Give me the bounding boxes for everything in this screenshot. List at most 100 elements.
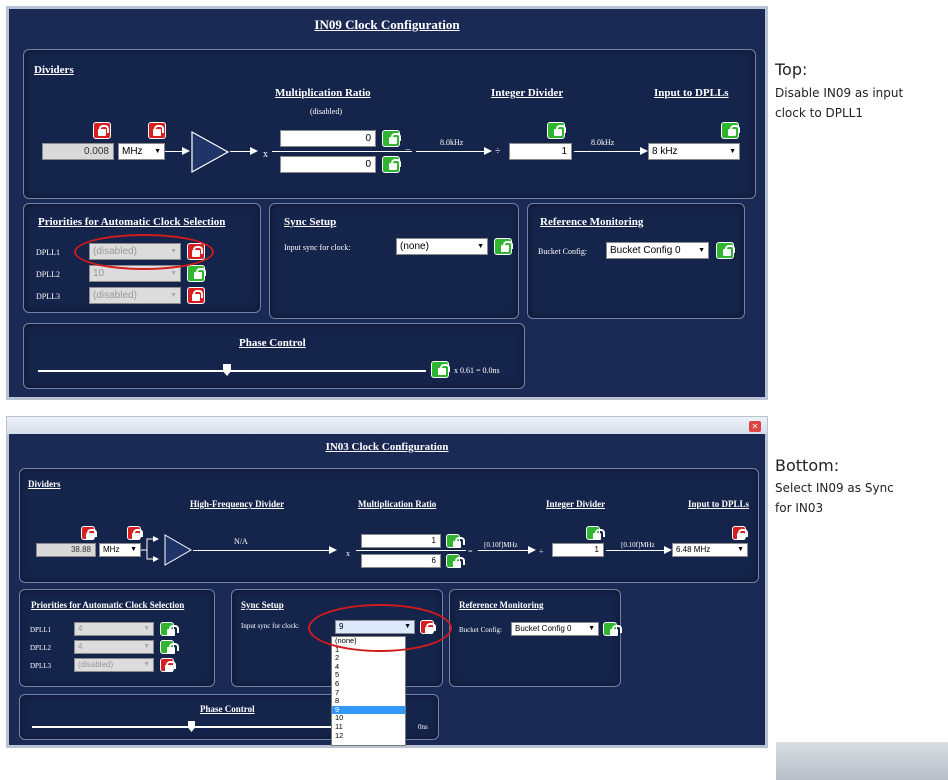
input-to-dplls-heading: Input to DPLLs	[654, 87, 729, 99]
numerator-lock-icon[interactable]	[382, 130, 401, 147]
phase-readout: x 0.61 = 0.0ns	[454, 366, 500, 375]
unit-select[interactable]: MHz ▼	[118, 143, 165, 160]
phase-slider-track[interactable]	[38, 370, 426, 372]
dpll-input-lock-icon[interactable]	[732, 526, 748, 540]
chevron-down-icon: ▼	[130, 546, 137, 553]
dpll-input-lock-icon[interactable]	[721, 122, 740, 139]
phase-heading: Phase Control	[239, 337, 306, 349]
chevron-down-icon: ▼	[588, 625, 595, 632]
dividers-heading: Dividers	[28, 479, 61, 489]
freq-label-1: [0.10f]MHz	[484, 541, 518, 549]
bucket-config-select[interactable]: Bucket Config 0 ▼	[511, 622, 599, 636]
int-div-lock-icon[interactable]	[547, 122, 566, 139]
top-refmon-panel: Reference Monitoring Bucket Config: Buck…	[527, 203, 745, 319]
dpll1-label: DPLL1	[30, 626, 51, 634]
top-window-title: IN09 Clock Configuration	[314, 17, 460, 32]
sync-option[interactable]: 8	[332, 697, 405, 706]
bottom-window-title: IN03 Clock Configuration	[325, 441, 449, 453]
divide-sign: ÷	[539, 547, 544, 556]
unit-select[interactable]: MHz ▼	[99, 543, 141, 557]
chevron-down-icon: ▼	[143, 625, 150, 632]
sync-heading: Sync Setup	[241, 600, 284, 610]
bottom-refmon-panel: Reference Monitoring Bucket Config: Buck…	[449, 589, 622, 687]
top-dividers-panel: Dividers Multiplication Ratio (disabled)…	[23, 49, 756, 199]
dpll-input-select[interactable]: 8 kHz ▼	[648, 143, 740, 160]
denominator-input[interactable]: 6	[361, 554, 441, 568]
dpll3-label: DPLL3	[36, 292, 60, 301]
numerator-input[interactable]: 0	[280, 130, 376, 147]
phase-slider-thumb[interactable]	[223, 364, 231, 376]
buffer-triangle-icon	[191, 130, 230, 174]
bucket-config-select[interactable]: Bucket Config 0 ▼	[606, 242, 709, 259]
dpll1-highlight-ellipse	[74, 234, 214, 270]
dpll3-lock-icon[interactable]	[187, 287, 205, 304]
phase-lock-icon[interactable]	[431, 361, 450, 378]
chevron-down-icon: ▼	[143, 643, 150, 650]
bottom-window-frame	[6, 416, 768, 436]
numerator-input[interactable]: 1	[361, 534, 441, 548]
dpll1-lock-icon[interactable]	[160, 622, 179, 636]
unit-lock-icon[interactable]	[148, 122, 166, 139]
sync-option[interactable]: 6	[332, 679, 405, 689]
denominator-input[interactable]: 0	[280, 156, 376, 173]
int-div-lock-icon[interactable]	[586, 526, 605, 540]
sync-select[interactable]: (none) ▼	[396, 238, 488, 255]
bucket-config-label: Bucket Config:	[459, 626, 502, 634]
integer-divider-heading: Integer Divider	[546, 499, 606, 509]
denominator-lock-icon[interactable]	[382, 156, 401, 173]
dpll3-label: DPLL3	[30, 662, 51, 670]
dpll-input-select[interactable]: 6.48 MHz ▼	[672, 543, 748, 557]
sync-lock-icon[interactable]	[494, 238, 513, 255]
dpll1-priority-select[interactable]: 4 ▼	[74, 622, 154, 636]
mult-ratio-heading: Multiplication Ratio	[275, 87, 371, 99]
mult-ratio-heading: Multiplication Ratio	[358, 499, 437, 509]
sync-option[interactable]: 7	[332, 688, 405, 698]
dpll1-label: DPLL1	[36, 248, 60, 257]
freq-label-2: [0.10f]MHz	[621, 541, 655, 549]
freq-input[interactable]: 38.88	[36, 543, 96, 557]
top-note-text-1: Disable IN09 as input	[775, 86, 904, 100]
equals-sign: =	[468, 547, 473, 556]
sync-option[interactable]: 2	[332, 654, 405, 663]
chevron-down-icon: ▼	[737, 546, 744, 553]
sync-option[interactable]: 12	[332, 731, 405, 741]
sync-heading: Sync Setup	[284, 216, 337, 228]
sync-option[interactable]: 5	[332, 671, 405, 680]
unit-lock-icon[interactable]	[127, 526, 143, 540]
freq-label-2: 8.0kHz	[591, 138, 615, 147]
top-note-text-2: clock to DPLL1	[775, 106, 863, 120]
equals-sign: =	[405, 146, 411, 157]
bucket-lock-icon[interactable]	[603, 622, 622, 636]
dpll2-priority-select[interactable]: 4 ▼	[74, 640, 154, 654]
buffer-triangle-icon	[164, 534, 193, 566]
dpll3-lock-icon[interactable]	[160, 658, 176, 672]
integer-divider-heading: Integer Divider	[491, 87, 564, 99]
freq-input[interactable]: 0.008	[42, 143, 114, 160]
numerator-lock-icon[interactable]	[446, 534, 465, 548]
int-div-input[interactable]: 1	[509, 143, 572, 160]
bottom-note-text-1: Select IN09 as Sync	[775, 481, 894, 495]
chevron-down-icon: ▼	[477, 243, 484, 250]
dpll2-lock-icon[interactable]	[187, 265, 206, 282]
sync-option[interactable]: 4	[332, 662, 405, 672]
dividers-heading: Dividers	[34, 64, 74, 76]
top-sync-panel: Sync Setup Input sync for clock: (none) ▼	[269, 203, 519, 319]
chevron-down-icon: ▼	[170, 292, 177, 299]
denominator-lock-icon[interactable]	[446, 554, 465, 568]
bucket-lock-icon[interactable]	[716, 242, 735, 259]
dpll3-priority-select[interactable]: (disabled) ▼	[89, 287, 181, 304]
close-icon[interactable]: ✕	[749, 421, 761, 432]
dpll2-lock-icon[interactable]	[160, 640, 179, 654]
freq-lock-icon[interactable]	[81, 526, 97, 540]
hf-divider-heading: High-Frequency Divider	[190, 499, 285, 509]
phase-slider-thumb[interactable]	[188, 721, 195, 732]
sync-label: Input sync for clock:	[241, 622, 300, 630]
dpll3-priority-select[interactable]: (disabled) ▼	[74, 658, 154, 672]
int-div-input[interactable]: 1	[552, 543, 604, 557]
phase-heading: Phase Control	[200, 704, 255, 714]
sync-dropdown-list: (none) 1 2 4 5 6 7 8 9 10 11 12	[331, 636, 406, 746]
priorities-heading: Priorities for Automatic Clock Selection	[31, 600, 185, 610]
freq-lock-icon[interactable]	[93, 122, 111, 139]
phase-slider-track[interactable]	[32, 726, 340, 728]
sync-option[interactable]: 10	[332, 714, 405, 723]
